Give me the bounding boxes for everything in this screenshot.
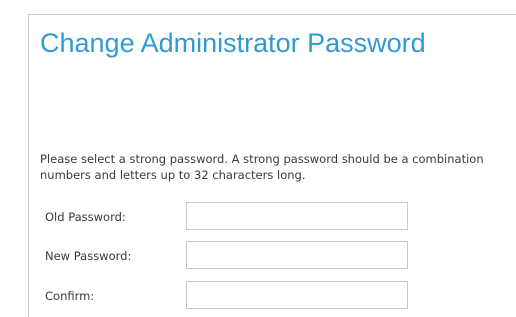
old-password-input[interactable] bbox=[186, 202, 408, 230]
confirm-password-input[interactable] bbox=[186, 281, 408, 309]
confirm-password-label: Confirm: bbox=[45, 289, 95, 303]
new-password-input[interactable] bbox=[186, 241, 408, 269]
old-password-row: Old Password: bbox=[29, 202, 516, 232]
instructions-line-1: Please select a strong password. A stron… bbox=[40, 152, 484, 166]
new-password-row: New Password: bbox=[29, 241, 516, 271]
page-title: Change Administrator Password bbox=[40, 28, 426, 58]
change-password-panel: Change Administrator Password Please sel… bbox=[28, 14, 516, 317]
password-instructions: Please select a strong password. A stron… bbox=[40, 151, 516, 183]
confirm-password-row: Confirm: bbox=[29, 281, 516, 311]
old-password-label: Old Password: bbox=[45, 210, 126, 224]
instructions-line-2: numbers and letters up to 32 characters … bbox=[40, 168, 306, 182]
new-password-label: New Password: bbox=[45, 249, 132, 263]
